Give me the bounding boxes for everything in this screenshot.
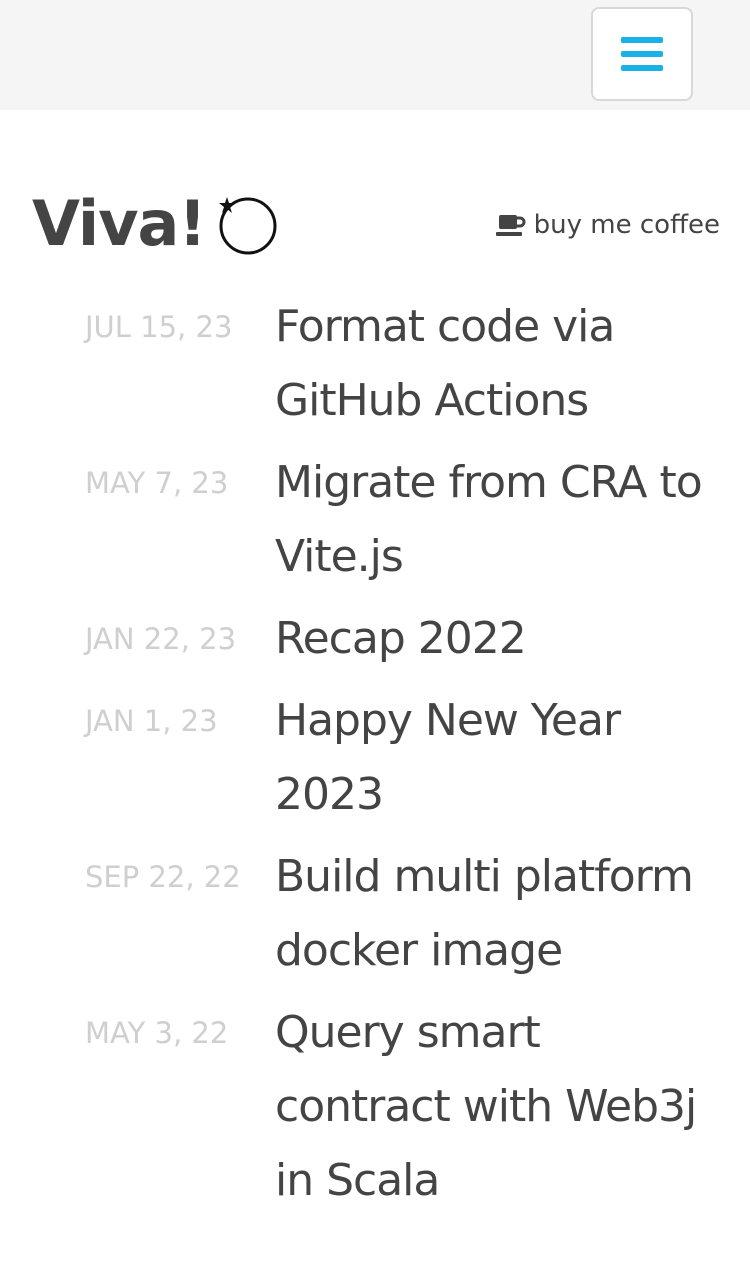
post-title-link[interactable]: Build multi platform docker image (275, 840, 715, 988)
post-title-link[interactable]: Query smart contract with Web3j in Scala (275, 996, 715, 1218)
menu-button[interactable] (591, 7, 693, 101)
post-list: JUL 15, 23 Format code via GitHub Action… (0, 290, 750, 1226)
post-title-link[interactable]: Format code via GitHub Actions (275, 290, 715, 438)
post-date: MAY 3, 22 (85, 1016, 229, 1050)
post-date: SEP 22, 22 (85, 860, 241, 894)
post-title-link[interactable]: Migrate from CRA to Vite.js (275, 446, 715, 594)
orbit-star-icon (218, 197, 277, 255)
post-title-link[interactable]: Happy New Year 2023 (275, 684, 715, 832)
hamburger-icon (621, 37, 663, 71)
post-item: JUL 15, 23 Format code via GitHub Action… (0, 290, 750, 438)
post-title-link[interactable]: Recap 2022 (275, 602, 715, 676)
post-date: JAN 22, 23 (85, 622, 237, 656)
post-item: JAN 1, 23 Happy New Year 2023 (0, 684, 750, 832)
post-date: JUL 15, 23 (85, 310, 233, 344)
site-title: Viva! (32, 187, 207, 260)
post-item: SEP 22, 22 Build multi platform docker i… (0, 840, 750, 988)
post-date: MAY 7, 23 (85, 466, 229, 500)
buy-me-coffee-link[interactable]: buy me coffee (495, 210, 720, 240)
coffee-cup-icon (495, 215, 526, 236)
post-item: MAY 3, 22 Query smart contract with Web3… (0, 996, 750, 1218)
top-bar (0, 0, 750, 110)
post-item: JAN 22, 23 Recap 2022 (0, 602, 750, 676)
post-date: JAN 1, 23 (85, 704, 218, 738)
post-item: MAY 7, 23 Migrate from CRA to Vite.js (0, 446, 750, 594)
site-brand[interactable]: Viva! (32, 188, 278, 260)
coffee-label: buy me coffee (533, 210, 720, 240)
